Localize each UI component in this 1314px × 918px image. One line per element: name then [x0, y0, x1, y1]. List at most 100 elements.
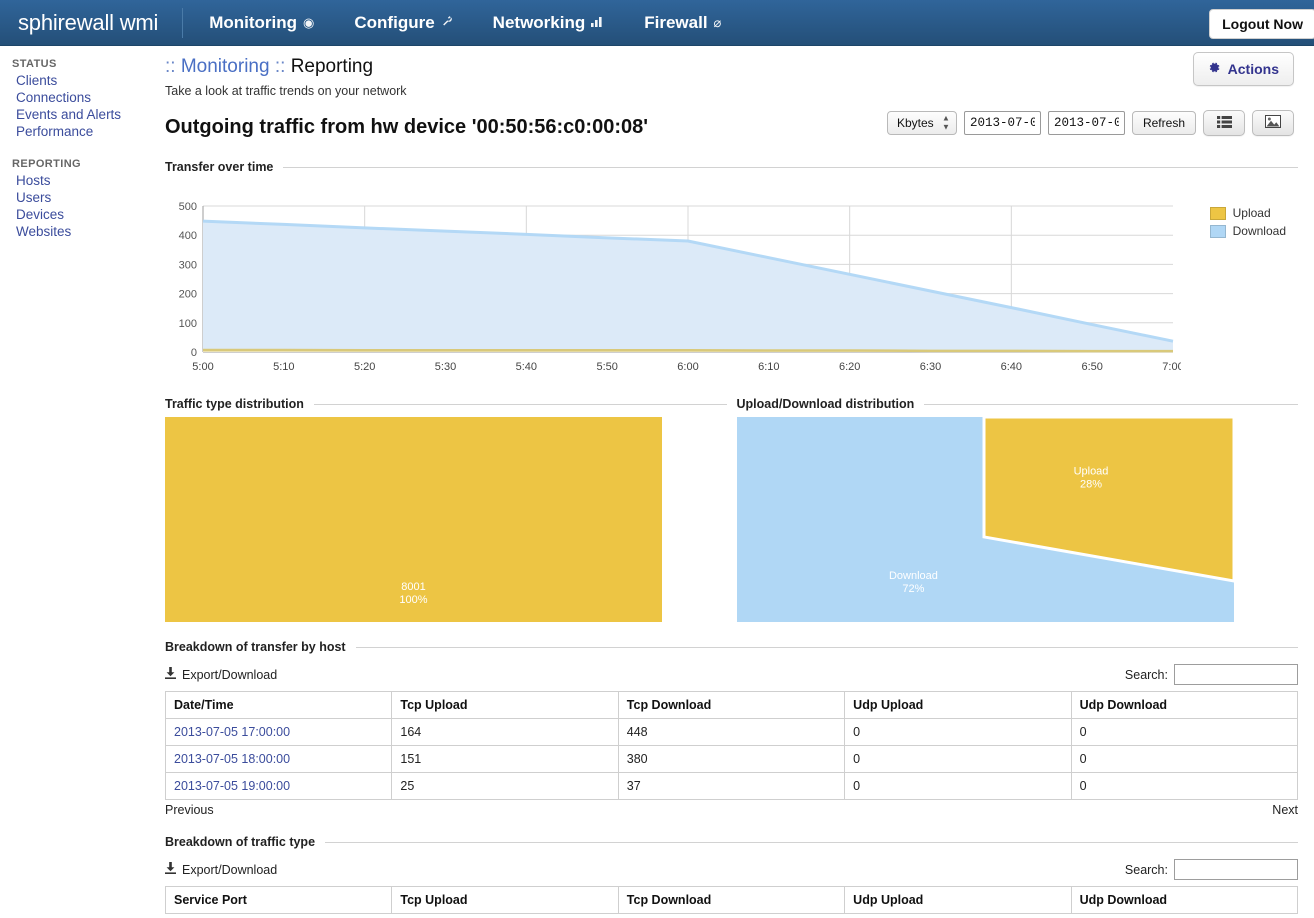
legend-item-download[interactable]: Download [1209, 224, 1286, 238]
table-row[interactable]: 2013-07-05 18:00:00 151 380 0 0 [164, 745, 1299, 773]
image-view-button[interactable] [1252, 110, 1294, 136]
nav-label-firewall: Firewall [644, 12, 708, 32]
list-view-button[interactable] [1203, 110, 1245, 136]
host-col-tcp-upload[interactable]: Tcp Upload [391, 691, 619, 719]
type-col-service-port[interactable]: Service Port [164, 886, 393, 914]
section-label: Breakdown of traffic type [165, 835, 316, 849]
host-search-input[interactable] [1174, 664, 1298, 685]
updown-svg: Upload28% Download72% [736, 415, 1235, 622]
type-search-label: Search: [1124, 862, 1168, 877]
traffic-type-svg: 8001100% [165, 417, 662, 622]
sidebar-item-websites[interactable]: Websites [12, 223, 155, 240]
sidebar-item-users[interactable]: Users [12, 189, 155, 206]
host-cell-tcp-download: 37 [617, 772, 846, 800]
transfer-over-time-chart[interactable]: 0 100 200 300 400 500 5:00 5:10 5:20 5:30 5:40 5:50… [165, 180, 1298, 385]
host-cell-datetime[interactable]: 2013-07-05 19:00:00 [164, 772, 393, 800]
host-cell-udp-upload: 0 [844, 718, 1072, 746]
host-previous-button[interactable]: Previous [165, 803, 214, 817]
sidebar-item-devices[interactable]: Devices [12, 206, 155, 223]
breadcrumb-link-monitoring[interactable]: Monitoring [181, 56, 270, 77]
wrench-icon [441, 15, 453, 30]
host-col-udp-download[interactable]: Udp Download [1070, 691, 1299, 719]
host-cell-datetime[interactable]: 2013-07-05 18:00:00 [164, 745, 393, 773]
svg-text:6:30: 6:30 [920, 361, 941, 373]
section-title-traffic-type: Traffic type distribution [165, 397, 727, 411]
svg-text:6:00: 6:00 [677, 361, 698, 373]
svg-text:Upload: Upload [1073, 465, 1108, 477]
host-col-udp-upload[interactable]: Udp Upload [844, 691, 1072, 719]
sidebar-heading-status: STATUS [12, 58, 57, 70]
main-content: :: Monitoring :: Reporting Take a look a… [155, 46, 1314, 918]
svg-text:5:50: 5:50 [596, 361, 617, 373]
chart-legend: Upload Download [1209, 206, 1286, 242]
svg-text:5:30: 5:30 [435, 361, 456, 373]
host-col-datetime[interactable]: Date/Time [164, 691, 393, 719]
table-row[interactable]: 2013-07-05 19:00:00 25 37 0 0 [164, 772, 1299, 800]
sidebar-item-clients[interactable]: Clients [12, 72, 155, 89]
nav-item-firewall[interactable]: Firewall ⌀ [628, 1, 737, 45]
brand-divider [182, 7, 184, 38]
section-transfer-over-time: Transfer over time 0 100 200 300 400 500 5:00 5… [165, 160, 1298, 385]
logout-button[interactable]: Logout Now [1209, 9, 1314, 39]
type-export-button[interactable]: Export/Download [165, 862, 277, 877]
host-cell-datetime[interactable]: 2013-07-05 17:00:00 [164, 718, 393, 746]
type-search-input[interactable] [1174, 859, 1298, 880]
section-title-transfer-over-time: Transfer over time [165, 160, 1298, 174]
section-label: Upload/Download distribution [736, 397, 915, 411]
sidebar-item-performance[interactable]: Performance [12, 123, 155, 140]
host-search-label: Search: [1124, 667, 1168, 682]
top-navbar: sphirewall wmi Monitoring ◉ Configure Ne… [0, 0, 1314, 46]
host-table-header-row: Date/Time Tcp Upload Tcp Download Udp Up… [164, 691, 1299, 719]
nav-item-networking[interactable]: Networking [477, 1, 621, 45]
host-table: Date/Time Tcp Upload Tcp Download Udp Up… [164, 691, 1299, 800]
date-from-input[interactable] [963, 111, 1041, 135]
brand-logo[interactable]: sphirewall wmi [18, 10, 178, 36]
host-cell-udp-upload: 0 [844, 745, 1072, 773]
type-col-tcp-upload[interactable]: Tcp Upload [391, 886, 619, 914]
host-cell-udp-upload: 0 [844, 772, 1072, 800]
report-panel: Outgoing traffic from hw device '00:50:5… [155, 110, 1299, 914]
host-cell-tcp-upload: 151 [391, 745, 619, 773]
svg-text:5:00: 5:00 [192, 361, 213, 373]
distribution-row: Traffic type distribution 8001 100% Uploa… [165, 397, 1298, 622]
refresh-button[interactable]: Refresh [1131, 111, 1196, 135]
section-title-breakdown-type: Breakdown of traffic type [165, 835, 1298, 849]
svg-text:5:20: 5:20 [354, 361, 375, 373]
traffic-type-distribution-panel: Traffic type distribution 8001 100% [165, 397, 727, 622]
date-to-input[interactable] [1047, 111, 1125, 135]
unit-select[interactable]: Kbytes [886, 111, 957, 135]
svg-text:6:50: 6:50 [1081, 361, 1102, 373]
host-col-tcp-download[interactable]: Tcp Download [617, 691, 846, 719]
host-table-tools: Export/Download Search: [165, 664, 1298, 685]
host-cell-tcp-upload: 25 [391, 772, 619, 800]
sidebar-item-hosts[interactable]: Hosts [12, 172, 155, 189]
svg-text:5:40: 5:40 [516, 361, 537, 373]
sidebar-heading-reporting: REPORTING [12, 158, 81, 170]
list-view-icon [1216, 115, 1232, 131]
type-col-udp-download[interactable]: Udp Download [1070, 886, 1299, 914]
table-row[interactable]: 2013-07-05 17:00:00 164 448 0 0 [164, 718, 1299, 746]
download-icon [165, 862, 176, 877]
legend-swatch-upload [1209, 206, 1226, 220]
legend-item-upload[interactable]: Upload [1209, 206, 1286, 220]
type-col-tcp-download[interactable]: Tcp Download [617, 886, 846, 914]
breadcrumb-prefix: :: [165, 56, 176, 77]
type-col-udp-upload[interactable]: Udp Upload [844, 886, 1072, 914]
svg-text:5:10: 5:10 [273, 361, 294, 373]
host-table-body: 2013-07-05 17:00:00 164 448 0 0 2013-07-… [164, 718, 1299, 800]
host-export-button[interactable]: Export/Download [165, 667, 277, 682]
sidebar-item-connections[interactable]: Connections [12, 89, 155, 106]
actions-button[interactable]: Actions [1192, 52, 1294, 86]
type-table-head: Service Port Tcp Upload Tcp Download Udp… [164, 886, 1299, 914]
host-cell-udp-download: 0 [1070, 718, 1299, 746]
updown-chart[interactable]: Upload 28% Download 72% [736, 415, 1299, 622]
svg-text:6:10: 6:10 [758, 361, 779, 373]
section-title-updown: Upload/Download distribution [737, 397, 1299, 411]
sidebar-item-events-and-alerts[interactable]: Events and Alerts [12, 106, 155, 123]
host-next-button[interactable]: Next [1272, 803, 1298, 817]
transfer-chart-svg: 0 100 200 300 400 500 5:00 5:10 5:20 5:30 5:40 5:50… [179, 201, 1184, 373]
nav-item-configure[interactable]: Configure [338, 1, 468, 45]
traffic-type-chart[interactable]: 8001 100% [165, 417, 727, 622]
nav-item-monitoring[interactable]: Monitoring ◉ [193, 1, 330, 45]
page-header: :: Monitoring :: Reporting Take a look a… [155, 46, 1298, 98]
